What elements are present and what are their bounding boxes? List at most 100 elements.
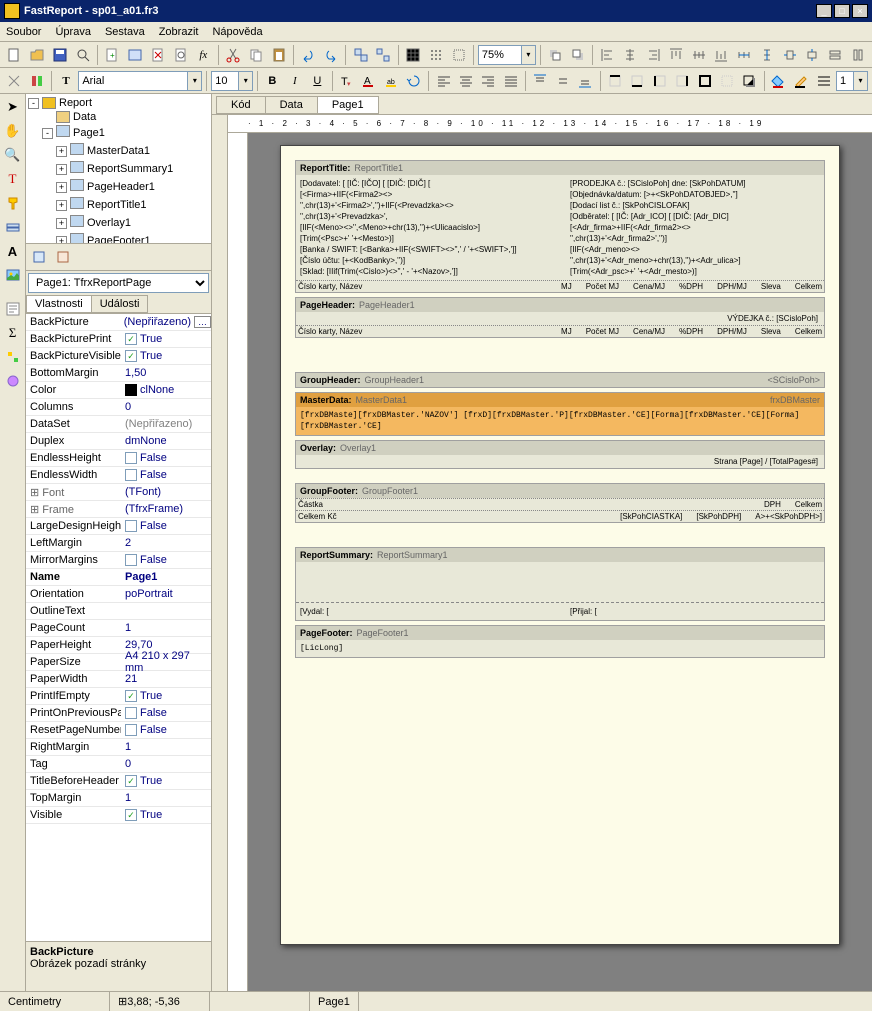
space-v-button[interactable] xyxy=(757,44,778,66)
redo-button[interactable] xyxy=(321,44,342,66)
tree-root[interactable]: - Report xyxy=(28,96,209,110)
underline-button[interactable]: U xyxy=(307,70,327,92)
format-tool[interactable] xyxy=(2,192,24,214)
menu-zobrazit[interactable]: Zobrazit xyxy=(159,26,199,38)
band-reportsummary[interactable]: ReportSummary:ReportSummary1 [Vydal: [ [… xyxy=(295,547,825,621)
frame-right-button[interactable] xyxy=(672,70,692,92)
object-tree[interactable]: - Report Data-Page1+MasterData1+ReportSu… xyxy=(26,94,211,244)
expand-icon[interactable]: + xyxy=(56,164,67,175)
align-right-button[interactable] xyxy=(643,44,664,66)
band-groupheader[interactable]: GroupHeader:GroupHeader1<SCisloPoh> xyxy=(295,372,825,388)
tab-page1[interactable]: Page1 xyxy=(317,96,379,114)
band-pagefooter[interactable]: PageFooter:PageFooter1 [LicLong] xyxy=(295,625,825,658)
expand-icon[interactable]: - xyxy=(42,128,53,139)
align-center-button[interactable] xyxy=(620,44,641,66)
property-row[interactable]: PrintIfEmpty✓True xyxy=(26,688,211,705)
select-tool[interactable]: ➤ xyxy=(2,96,24,118)
property-row[interactable]: TitleBeforeHeader✓True xyxy=(26,773,211,790)
save-button[interactable] xyxy=(50,44,71,66)
new-dialog-button[interactable] xyxy=(125,44,146,66)
property-row[interactable]: LargeDesignHeightFalse xyxy=(26,518,211,535)
property-row[interactable]: Visible✓True xyxy=(26,807,211,824)
frame-left-button[interactable] xyxy=(649,70,669,92)
text-center-button[interactable] xyxy=(456,70,476,92)
text-justify-button[interactable] xyxy=(501,70,521,92)
font-name-input[interactable] xyxy=(78,71,188,91)
snap-grid-button[interactable] xyxy=(425,44,446,66)
property-row[interactable]: TopMargin1 xyxy=(26,790,211,807)
property-row[interactable]: DuplexdmNone xyxy=(26,433,211,450)
sum-tool[interactable]: Σ xyxy=(2,322,24,344)
bold-button[interactable]: B xyxy=(262,70,282,92)
text-top-button[interactable] xyxy=(530,70,550,92)
font-size-combo[interactable]: ▾ xyxy=(211,71,253,91)
tree-item[interactable]: +MasterData1 xyxy=(28,142,209,160)
same-height-button[interactable] xyxy=(848,44,869,66)
delete-page-button[interactable] xyxy=(147,44,168,66)
other-tool[interactable] xyxy=(2,370,24,392)
frame-top-button[interactable] xyxy=(604,70,624,92)
no-style-button[interactable] xyxy=(4,70,24,92)
space-h-button[interactable] xyxy=(734,44,755,66)
picture-tool[interactable] xyxy=(2,264,24,286)
tab-events[interactable]: Události xyxy=(91,295,149,313)
text-tool[interactable]: T xyxy=(2,168,24,190)
undo-button[interactable] xyxy=(298,44,319,66)
italic-button[interactable]: I xyxy=(285,70,305,92)
tree-item[interactable]: +ReportSummary1 xyxy=(28,160,209,178)
same-width-button[interactable] xyxy=(825,44,846,66)
menu-napoveda[interactable]: Nápověda xyxy=(212,26,262,38)
property-row[interactable]: ColorclNone xyxy=(26,382,211,399)
group-button[interactable] xyxy=(350,44,371,66)
text-middle-button[interactable] xyxy=(553,70,573,92)
style-button[interactable] xyxy=(26,70,46,92)
frame-color-button[interactable] xyxy=(791,70,811,92)
highlight-button[interactable]: ab xyxy=(381,70,401,92)
property-row[interactable]: Tag0 xyxy=(26,756,211,773)
band-reporttitle[interactable]: ReportTitle:ReportTitle1 [Dodavatel: [ [… xyxy=(295,160,825,293)
minimize-button[interactable]: _ xyxy=(816,4,832,18)
new-button[interactable] xyxy=(4,44,25,66)
expand-icon[interactable]: + xyxy=(56,200,67,211)
tab-data[interactable]: Data xyxy=(265,96,318,114)
prop-btn1[interactable] xyxy=(28,246,50,268)
property-row[interactable]: BackPicture(Nepřiřazeno)… xyxy=(26,314,211,331)
property-row[interactable]: BackPictureVisible✓True xyxy=(26,348,211,365)
chevron-down-icon[interactable]: ▾ xyxy=(188,71,202,91)
text-left-button[interactable] xyxy=(433,70,453,92)
band-overlay[interactable]: Overlay:Overlay1 Strana [Page] / [TotalP… xyxy=(295,440,825,469)
property-row[interactable]: RightMargin1 xyxy=(26,739,211,756)
tree-item[interactable]: -Page1 xyxy=(28,124,209,142)
font-settings-button[interactable]: T▾ xyxy=(337,70,357,92)
memo-tool[interactable]: A xyxy=(2,240,24,262)
prop-btn2[interactable] xyxy=(52,246,74,268)
design-canvas[interactable]: ReportTitle:ReportTitle1 [Dodavatel: [ [… xyxy=(248,133,872,991)
frame-none-button[interactable] xyxy=(717,70,737,92)
close-button[interactable]: × xyxy=(852,4,868,18)
font-size-input[interactable] xyxy=(211,71,239,91)
property-row[interactable]: ⊞ Font(TFont) xyxy=(26,484,211,501)
property-row[interactable]: BackPicturePrint✓True xyxy=(26,331,211,348)
frame-width-combo[interactable]: ▾ xyxy=(836,71,868,91)
expand-icon[interactable]: + xyxy=(56,146,67,157)
property-row[interactable]: OrientationpoPortrait xyxy=(26,586,211,603)
property-row[interactable]: PaperSizeA4 210 x 297 mm xyxy=(26,654,211,671)
font-name-combo[interactable]: ▾ xyxy=(78,71,202,91)
subreport-tool[interactable] xyxy=(2,298,24,320)
chevron-down-icon[interactable]: ▾ xyxy=(854,71,868,91)
frame-bottom-button[interactable] xyxy=(627,70,647,92)
property-row[interactable]: PageCount1 xyxy=(26,620,211,637)
variables-button[interactable]: fx xyxy=(193,44,214,66)
property-grid[interactable]: BackPicture(Nepřiřazeno)…BackPicturePrin… xyxy=(26,314,211,941)
align-left-button[interactable] xyxy=(597,44,618,66)
expand-icon[interactable]: - xyxy=(28,98,39,109)
align-bottom-button[interactable] xyxy=(711,44,732,66)
band-groupfooter[interactable]: GroupFooter:GroupFooter1 ČástkaDPHCelkem… xyxy=(295,483,825,523)
property-row[interactable]: ⊞ Frame(TfrxFrame) xyxy=(26,501,211,518)
tree-item[interactable]: +PageFooter1 xyxy=(28,232,209,244)
ungroup-button[interactable] xyxy=(373,44,394,66)
align-top-button[interactable] xyxy=(666,44,687,66)
zoom-combo[interactable]: ▾ xyxy=(478,45,536,65)
fit-grid-button[interactable] xyxy=(448,44,469,66)
tree-item[interactable]: +Overlay1 xyxy=(28,214,209,232)
